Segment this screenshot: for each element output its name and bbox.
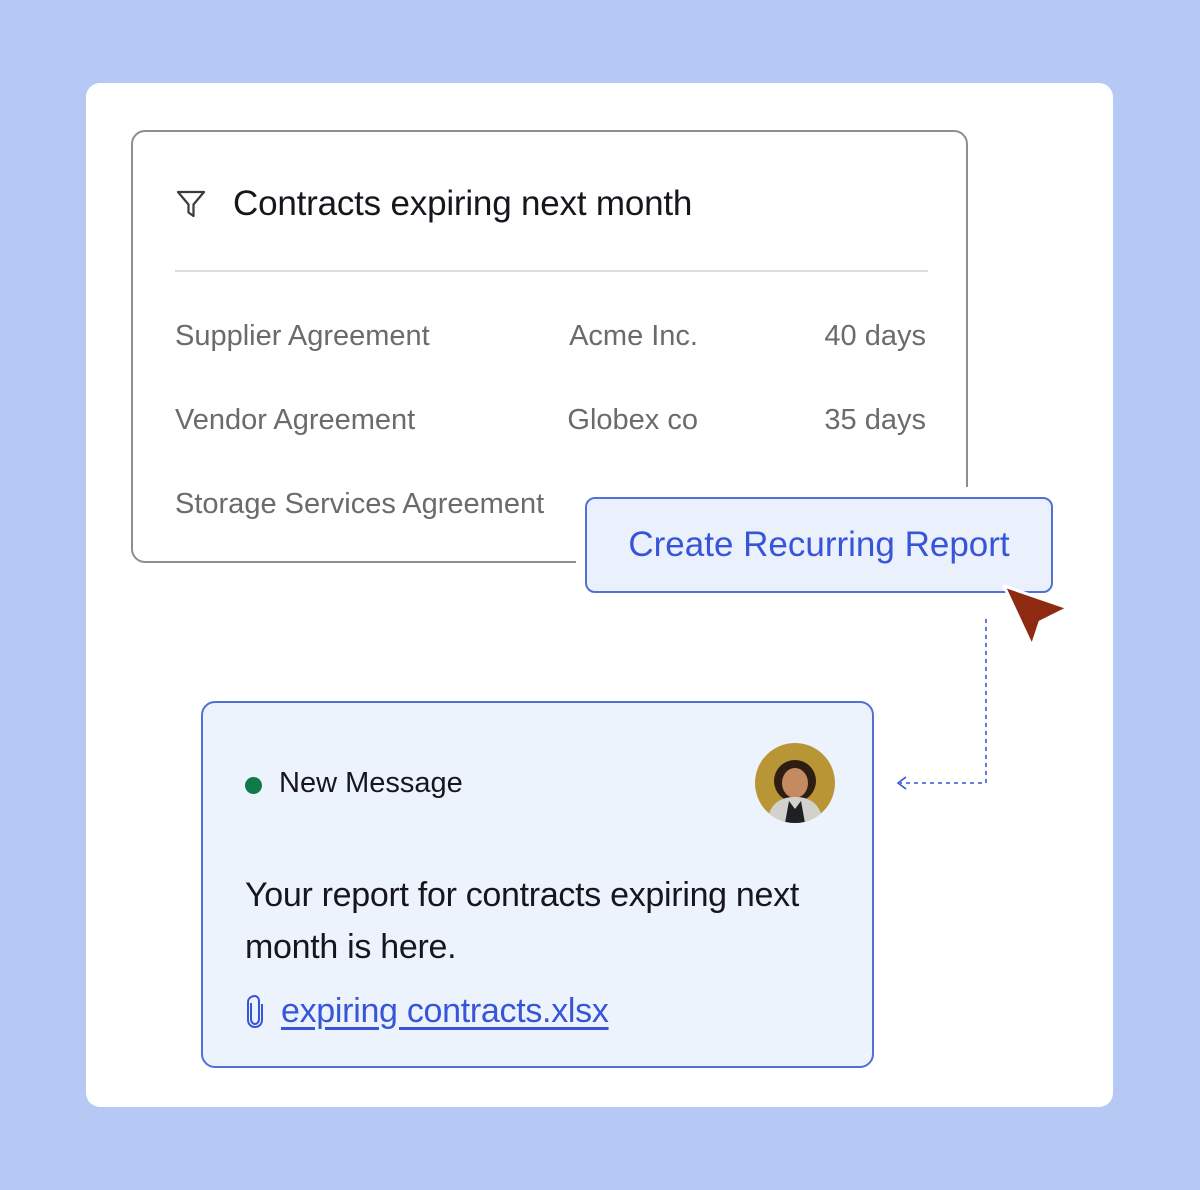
panel-header: Contracts expiring next month [175, 180, 926, 228]
contract-row[interactable]: Supplier Agreement Acme Inc. 40 days [175, 320, 926, 360]
attachment-link[interactable]: expiring contracts.xlsx [281, 992, 609, 1031]
contract-name: Storage Services Agreement [175, 488, 545, 520]
filter-funnel-icon[interactable] [175, 188, 207, 220]
contract-party: Globex co [567, 404, 698, 436]
contract-name: Vendor Agreement [175, 404, 416, 436]
panel-title: Contracts expiring next month [233, 184, 693, 223]
paperclip-icon [243, 993, 267, 1029]
contract-name: Supplier Agreement [175, 320, 430, 352]
create-recurring-report-button[interactable]: Create Recurring Report [585, 497, 1053, 593]
message-body: Your report for contracts expiring next … [245, 876, 799, 966]
contract-party: Acme Inc. [569, 320, 698, 352]
message-status: New Message [279, 767, 463, 799]
attachment: expiring contracts.xlsx [243, 989, 609, 1033]
contract-row[interactable]: Vendor Agreement Globex co 35 days [175, 404, 926, 444]
dashed-connector [896, 619, 987, 790]
status-dot [245, 777, 262, 794]
mouse-pointer-icon [1002, 584, 1070, 648]
contract-days: 35 days [824, 404, 926, 436]
divider [175, 270, 928, 272]
user-avatar[interactable] [755, 743, 835, 823]
message-card: New Message Your report for contracts ex… [201, 701, 874, 1068]
contract-days: 40 days [824, 320, 926, 352]
